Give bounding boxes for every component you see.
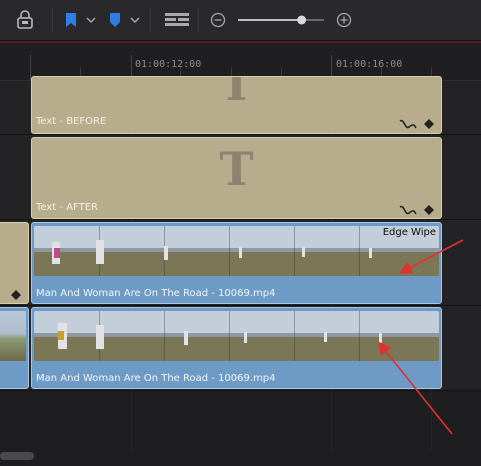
clip-thumbnails [34,311,439,361]
chevron-down-icon[interactable] [129,0,141,40]
timecode-label: 01:00:12:00 [135,59,202,70]
curve-icon[interactable] [399,201,417,218]
zoom-slider[interactable] [236,0,326,40]
title-glyph: T [219,142,254,196]
title-glyph: T [219,76,254,111]
keyframe-icon[interactable] [10,286,22,303]
timeline-toolbar [0,0,481,41]
clip-thumbnails: Edge Wipe [34,226,439,276]
chevron-down-icon[interactable] [85,0,97,40]
horizontal-scrollbar[interactable] [0,452,34,460]
video-clip-lower[interactable]: Man And Woman Are On The Road - 10069.mp… [31,307,442,389]
transition-label[interactable]: Edge Wipe [380,226,439,239]
keyframe-icon[interactable] [423,115,435,133]
video-clip-partial[interactable] [0,307,29,389]
timeline-empty-area [0,392,481,466]
marker-icon[interactable] [108,0,122,40]
title-clip-after[interactable]: T Text - AFTER [31,137,442,219]
flag-marker-icon[interactable] [64,0,78,40]
clip-label: Text - AFTER [36,202,98,213]
video-clip-upper[interactable]: Edge Wipe Man And Woman Are On The Road … [31,222,442,304]
timecode-label: 01:00:16:00 [336,59,403,70]
title-clip-partial[interactable] [0,222,29,304]
clip-name: Man And Woman Are On The Road - 10069.mp… [36,288,276,299]
zoom-out-icon[interactable] [210,0,226,40]
clip-label: Text - BEFORE [36,116,107,127]
clip-name: Man And Woman Are On The Road - 10069.mp… [36,373,276,384]
title-clip-before[interactable]: T Text - BEFORE [31,76,442,134]
lock-icon[interactable] [15,0,35,40]
timeline-view-icon[interactable] [164,0,190,40]
keyframe-icon[interactable] [423,201,435,218]
curve-icon[interactable] [399,115,417,133]
zoom-in-icon[interactable] [336,0,352,40]
